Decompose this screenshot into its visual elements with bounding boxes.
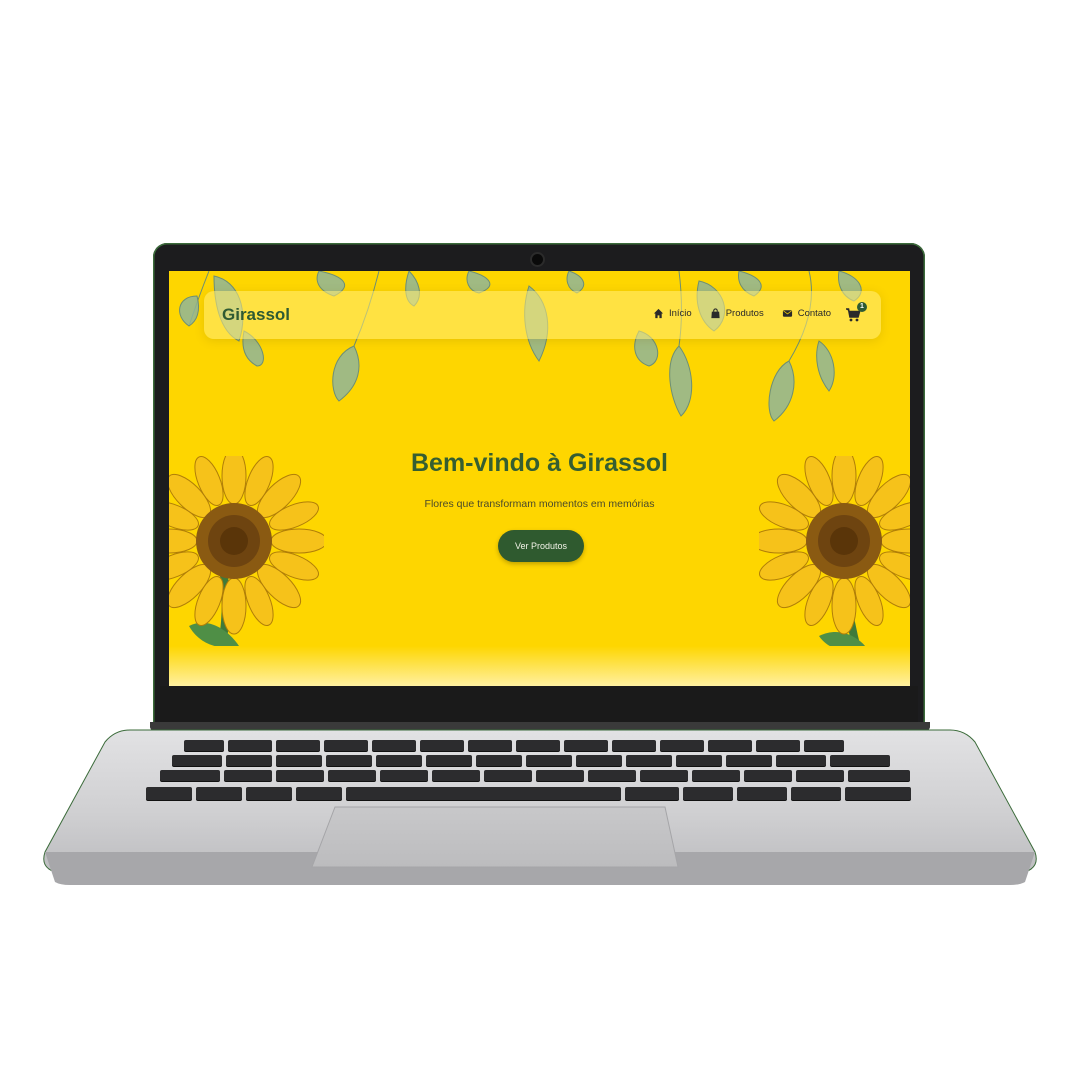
hero-subtitle: Flores que transformam momentos em memór… <box>424 498 655 510</box>
key <box>172 755 222 766</box>
key <box>296 787 342 800</box>
key <box>376 755 422 766</box>
key <box>324 740 368 751</box>
keyboard <box>142 737 940 805</box>
key <box>625 787 679 800</box>
hero-title: Bem-vindo à Girassol <box>410 449 669 477</box>
key <box>804 740 844 751</box>
key <box>226 755 272 766</box>
nav-item-products[interactable]: Produtos <box>710 308 764 319</box>
sunflower-illustration <box>759 456 910 656</box>
key <box>224 770 272 781</box>
key <box>744 770 792 781</box>
key <box>676 755 722 766</box>
cart-button[interactable]: 1 <box>845 302 867 323</box>
key <box>196 787 242 800</box>
key <box>184 740 224 751</box>
key <box>228 740 272 751</box>
site-brand[interactable]: Girassol <box>222 305 290 325</box>
key <box>536 770 584 781</box>
webcam <box>532 254 543 265</box>
key <box>830 755 890 766</box>
key <box>372 740 416 751</box>
nav-item-home[interactable]: Início <box>653 308 692 319</box>
key <box>526 755 572 766</box>
view-products-button[interactable]: Ver Produtos <box>498 530 584 562</box>
key <box>612 740 656 751</box>
key <box>848 770 910 781</box>
key <box>660 740 704 751</box>
key <box>756 740 800 751</box>
key <box>708 740 752 751</box>
key <box>146 787 192 800</box>
key <box>576 755 622 766</box>
home-icon <box>653 308 664 319</box>
key <box>692 770 740 781</box>
key <box>776 755 826 766</box>
key <box>246 787 292 800</box>
key <box>380 770 428 781</box>
key <box>516 740 560 751</box>
spacebar <box>346 787 621 800</box>
key <box>326 755 372 766</box>
key <box>726 755 772 766</box>
browser-viewport: Girassol Início Produtos Contato 1 Bem-v… <box>169 271 910 686</box>
nav-item-home-label: Início <box>668 308 692 319</box>
key <box>276 740 320 751</box>
key <box>564 740 608 751</box>
nav-item-contact-label: Contato <box>797 308 831 319</box>
key <box>432 770 480 781</box>
key <box>588 770 636 781</box>
key <box>328 770 376 781</box>
key <box>468 740 512 751</box>
key <box>791 787 841 800</box>
key <box>276 770 324 781</box>
key <box>160 770 220 781</box>
hero-bottom-gradient <box>169 646 910 686</box>
key <box>683 787 733 800</box>
nav-item-products-label: Produtos <box>725 308 764 319</box>
nav-links: Início Produtos Contato <box>653 308 831 319</box>
key <box>426 755 472 766</box>
shopping-bag-icon <box>711 308 720 319</box>
key <box>484 770 532 781</box>
key <box>845 787 911 800</box>
key <box>276 755 322 766</box>
nav-item-contact[interactable]: Contato <box>782 308 831 319</box>
envelope-icon <box>782 310 792 317</box>
key <box>796 770 844 781</box>
key <box>476 755 522 766</box>
site-navbar: Girassol Início Produtos Contato 1 <box>204 291 881 339</box>
key <box>626 755 672 766</box>
laptop-bezel-chin <box>160 686 918 722</box>
cart-count-badge: 1 <box>857 302 867 312</box>
key <box>737 787 787 800</box>
key <box>420 740 464 751</box>
key <box>640 770 688 781</box>
sunflower-illustration <box>169 456 324 656</box>
